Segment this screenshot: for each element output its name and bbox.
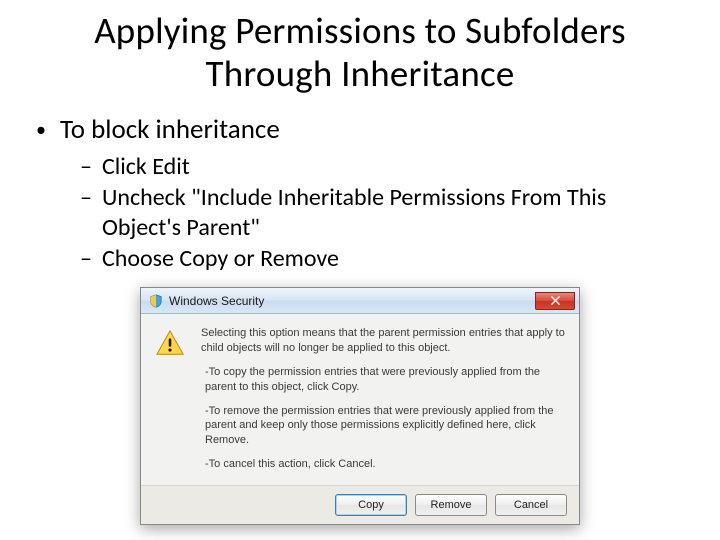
bullet-level-2: – Click Edit – Uncheck "Include Inherita… <box>80 152 682 273</box>
bullet-text: To block inheritance <box>60 113 280 146</box>
bullet-text: Choose Copy or Remove <box>102 244 339 273</box>
dialog-text: Selecting this option means that the par… <box>201 326 565 481</box>
list-item: • To block inheritance <box>36 113 692 146</box>
bullet-dash-icon: – <box>80 183 92 212</box>
copy-button[interactable]: Copy <box>335 494 407 516</box>
close-button[interactable] <box>535 292 575 310</box>
warning-icon <box>155 326 187 481</box>
dialog-option-cancel: -To cancel this action, click Cancel. <box>201 457 565 472</box>
list-item: – Click Edit <box>80 152 682 181</box>
bullet-dot-icon: • <box>36 120 46 140</box>
close-icon <box>551 296 560 305</box>
dialog-option-copy: -To copy the permission entries that wer… <box>201 365 565 395</box>
dialog-option-remove: -To remove the permission entries that w… <box>201 404 565 449</box>
cancel-button[interactable]: Cancel <box>495 494 567 516</box>
bullet-dash-icon: – <box>80 244 92 273</box>
button-label: Cancel <box>514 499 548 511</box>
bullet-text: Uncheck "Include Inheritable Permissions… <box>102 183 682 242</box>
shield-icon <box>149 294 163 308</box>
dialog-title: Windows Security <box>169 294 535 308</box>
list-item: – Uncheck "Include Inheritable Permissio… <box>80 183 682 242</box>
titlebar: Windows Security <box>141 288 579 314</box>
bullet-dash-icon: – <box>80 152 92 181</box>
dialog-body: Selecting this option means that the par… <box>141 314 579 485</box>
list-item: – Choose Copy or Remove <box>80 244 682 273</box>
bullet-level-1: • To block inheritance <box>36 113 692 146</box>
slide: Applying Permissions to Subfolders Throu… <box>0 0 720 525</box>
dialog-container: Windows Security Selecting this option m… <box>28 287 692 525</box>
windows-security-dialog: Windows Security Selecting this option m… <box>140 287 580 525</box>
remove-button[interactable]: Remove <box>415 494 487 516</box>
dialog-button-bar: Copy Remove Cancel <box>141 485 579 524</box>
button-label: Remove <box>431 499 472 511</box>
bullet-text: Click Edit <box>102 152 190 181</box>
dialog-intro: Selecting this option means that the par… <box>201 326 565 356</box>
button-label: Copy <box>358 499 384 511</box>
slide-title: Applying Permissions to Subfolders Throu… <box>28 10 692 95</box>
